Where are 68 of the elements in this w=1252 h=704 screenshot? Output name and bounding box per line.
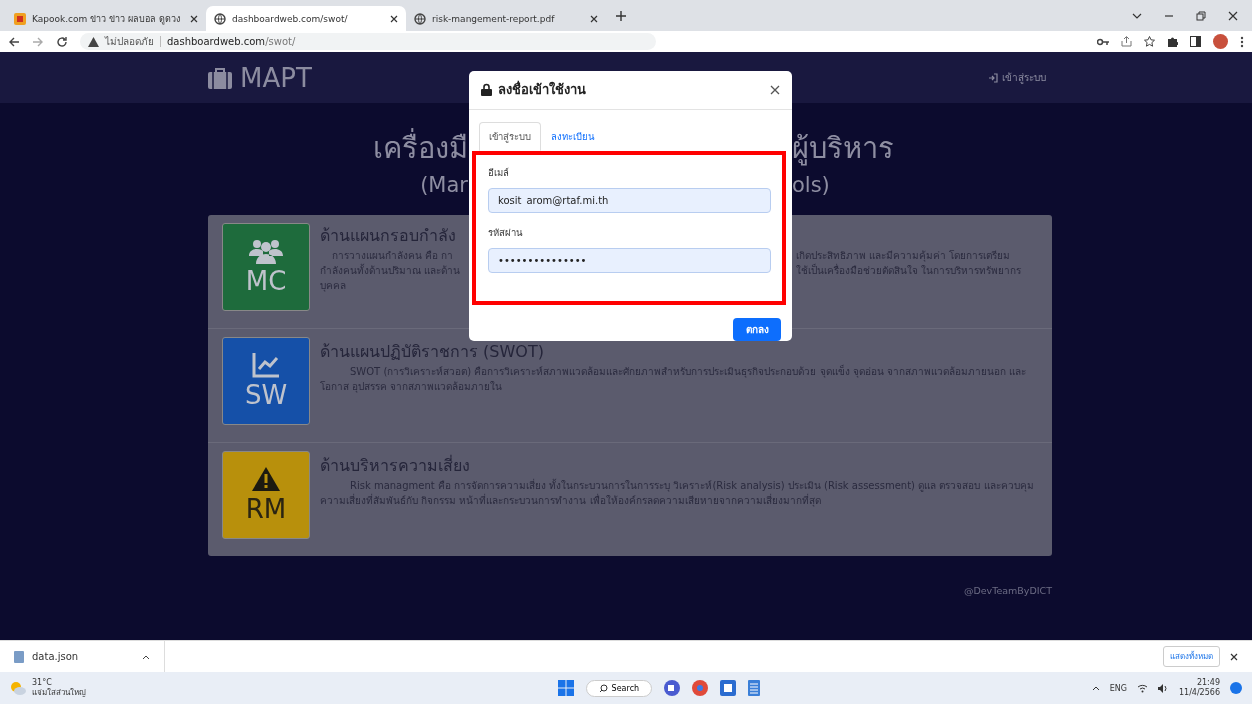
warning-icon xyxy=(88,36,99,47)
field-label: อีเมล์ xyxy=(488,165,510,180)
browser-tab[interactable]: Kapook.com ข่าว ข่าว ผลบอล ดูดวง xyxy=(6,6,206,31)
login-link[interactable]: เข้าสู่ระบบ xyxy=(982,69,1052,86)
search-icon xyxy=(598,683,608,693)
close-icon[interactable] xyxy=(190,14,198,23)
globe-icon xyxy=(214,12,226,25)
language-indicator[interactable]: ENG xyxy=(1109,683,1127,693)
url-text: dashboardweb.com/swot/ xyxy=(167,36,296,47)
file-icon xyxy=(14,650,24,663)
avatar-icon[interactable] xyxy=(1213,34,1228,49)
email-field[interactable]: kosit_arom@rtaf.mi.th xyxy=(488,187,771,213)
notepad-icon[interactable] xyxy=(748,680,761,696)
people-icon xyxy=(248,238,284,264)
password-field[interactable]: ••••••••••••••• xyxy=(488,247,771,273)
dialog-title: ลงชื่อเข้าใช้งาน xyxy=(498,79,586,100)
wifi-icon[interactable] xyxy=(1136,683,1148,693)
page-subtitle: (Mar xyxy=(420,173,468,197)
close-icon[interactable] xyxy=(770,84,780,95)
module-badge[interactable]: MC xyxy=(222,223,310,311)
address-bar[interactable]: ไม่ปลอดภัย dashboardweb.com/swot/ xyxy=(80,33,656,50)
chevron-up-icon[interactable] xyxy=(142,653,150,660)
clock-time[interactable]: 21:49 xyxy=(1196,678,1220,688)
brand-name[interactable]: MAPT xyxy=(240,62,312,93)
start-icon[interactable] xyxy=(557,680,574,696)
reload-icon[interactable] xyxy=(56,35,68,48)
show-all-button[interactable]: แสดงทั้งหมด xyxy=(1163,646,1220,667)
speaker-icon[interactable] xyxy=(1157,683,1169,693)
globe-icon xyxy=(414,12,426,25)
lock-icon xyxy=(481,83,492,97)
star-icon[interactable] xyxy=(1144,36,1155,47)
browser-tab[interactable]: risk-mangement-report.pdf xyxy=(406,6,606,31)
browser-tab[interactable]: dashboardweb.com/swot/ xyxy=(206,6,406,31)
security-label: ไม่ปลอดภัย xyxy=(105,35,154,49)
footer-credit: @DevTeamByDICT xyxy=(963,585,1052,596)
back-icon[interactable] xyxy=(8,35,20,48)
notification-icon[interactable] xyxy=(1230,682,1242,694)
close-icon[interactable] xyxy=(1228,10,1238,21)
close-icon[interactable] xyxy=(1230,652,1238,661)
menu-icon[interactable] xyxy=(1240,35,1244,48)
close-icon[interactable] xyxy=(590,14,598,23)
module-badge[interactable]: SW xyxy=(222,337,310,425)
key-icon[interactable] xyxy=(1097,37,1109,46)
briefcase-icon xyxy=(208,66,232,89)
side-panel-icon[interactable] xyxy=(1190,36,1201,47)
download-file[interactable]: data.json xyxy=(32,651,79,662)
chevron-up-icon[interactable] xyxy=(1091,685,1100,691)
weather-text: แจ่มใสส่วนใหญ่ xyxy=(32,688,86,698)
taskbar-search[interactable]: Search xyxy=(585,679,653,697)
restore-icon[interactable] xyxy=(1196,10,1206,21)
clock-date[interactable]: 11/4/2566 xyxy=(1178,688,1220,698)
login-icon xyxy=(988,72,998,83)
page-heading: ผู้บริหาร xyxy=(792,130,895,168)
submit-button[interactable]: ตกลง xyxy=(733,317,781,341)
dialog-tab[interactable]: ลงทะเบียน xyxy=(541,121,604,151)
dialog-tab[interactable]: เข้าสู่ระบบ xyxy=(479,121,541,151)
line-chart-icon xyxy=(252,352,280,378)
warning-icon xyxy=(251,466,281,492)
close-icon[interactable] xyxy=(390,14,398,23)
share-icon[interactable] xyxy=(1121,36,1132,47)
page-heading: เครื่องมื xyxy=(373,125,468,171)
new-tab-icon[interactable] xyxy=(616,10,626,21)
logo-icon xyxy=(14,12,26,25)
field-label: รหัสผ่าน xyxy=(488,225,524,240)
module-badge[interactable]: RM xyxy=(222,451,310,539)
page-subtitle: ols) xyxy=(792,173,831,197)
temperature: 31°C xyxy=(32,678,53,688)
browser-icon[interactable] xyxy=(692,680,709,696)
